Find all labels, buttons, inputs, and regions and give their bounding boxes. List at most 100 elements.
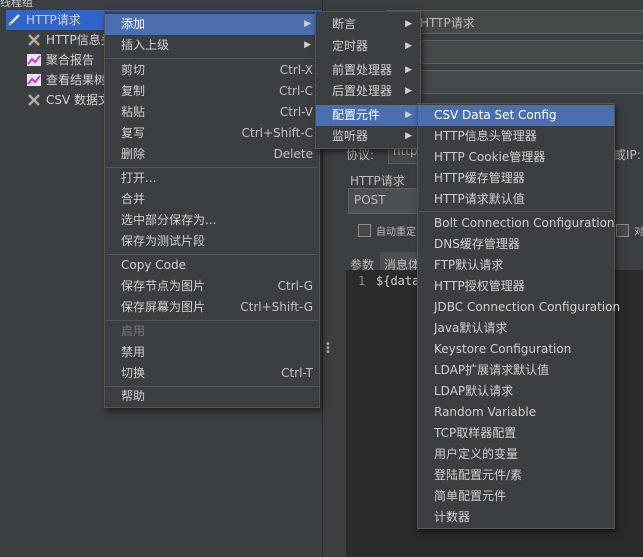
submenu-item-listener[interactable]: 监听器 ▶: [316, 126, 420, 147]
line-number: 1: [358, 274, 366, 288]
submenu-arrow-icon: ▶: [405, 65, 412, 75]
config-item-ldap-defaults[interactable]: LDAP默认请求: [418, 381, 614, 402]
menu-item-label: 前置处理器: [332, 63, 393, 77]
menu-item-label: JDBC Connection Configuration: [434, 300, 621, 314]
menu-item-help[interactable]: 帮助: [105, 386, 319, 407]
config-item-tcp-sampler-config[interactable]: TCP取样器配置: [418, 423, 614, 444]
checkbox-right[interactable]: [616, 224, 629, 237]
menu-item-label: 插入上级: [121, 38, 170, 52]
config-item-dns-cache[interactable]: DNS缓存管理器: [418, 234, 614, 255]
submenu-arrow-icon: ▶: [405, 19, 412, 29]
submenu-arrow-icon: ▶: [304, 40, 311, 50]
submenu-item-config-element[interactable]: 配置元件 ▶: [316, 105, 420, 126]
field-3[interactable]: [386, 70, 643, 94]
shortcut-label: Delete: [273, 147, 313, 161]
menu-item-label: 保存节点为图片: [121, 279, 206, 293]
menu-separator: [106, 58, 318, 59]
config-item-jdbc-connection[interactable]: JDBC Connection Configuration: [418, 297, 620, 318]
tree-top-label: 线程组: [0, 0, 33, 9]
menu-item-label: 合并: [121, 192, 146, 206]
shortcut-label: Ctrl+Shift-G: [240, 300, 313, 314]
menu-item-disable[interactable]: 禁用: [105, 342, 319, 363]
config-item-login-config[interactable]: 登陆配置元件/素: [418, 465, 614, 486]
shortcut-label: Ctrl-V: [279, 105, 313, 119]
context-menu: 添加 ▶ 插入上级 ▶ 剪切 Ctrl-X 复制 Ctrl-C 粘贴 Ctrl-V 复写 C…: [104, 11, 320, 408]
menu-item-insert-parent[interactable]: 插入上级 ▶: [105, 35, 319, 56]
menu-item-delete[interactable]: 删除 Delete: [105, 144, 319, 165]
menu-item-merge[interactable]: 合并: [105, 189, 319, 210]
submenu-arrow-icon: ▶: [405, 131, 412, 141]
menu-item-label: 配置元件: [332, 108, 381, 122]
menu-item-label: 保存屏幕为图片: [121, 300, 206, 314]
menu-item-copy-code[interactable]: Copy Code: [105, 255, 319, 276]
config-item-user-variables[interactable]: 用户定义的变量: [418, 444, 614, 465]
method-value: POST: [354, 193, 386, 207]
menu-item-label: 登陆配置元件/素: [434, 468, 523, 482]
config-item-bolt-connection[interactable]: Bolt Connection Configuration: [418, 213, 615, 234]
shortcut-label: Ctrl-G: [277, 279, 313, 293]
menu-item-open[interactable]: 打开...: [105, 168, 319, 189]
menu-item-label: DNS缓存管理器: [434, 237, 520, 251]
config-item-ldap-extended-defaults[interactable]: LDAP扩展请求默认值: [418, 360, 614, 381]
config-item-request-defaults[interactable]: HTTP请求默认值: [418, 189, 614, 210]
comment-field[interactable]: [386, 40, 643, 64]
menu-item-label: 断言: [332, 17, 357, 31]
menu-item-label: HTTP请求默认值: [434, 192, 525, 206]
submenu-arrow-icon: ▶: [405, 86, 412, 96]
config-element-submenu: CSV Data Set Config HTTP信息头管理器 HTTP Cook…: [417, 103, 620, 529]
submenu-item-preprocessor[interactable]: 前置处理器 ▶: [316, 60, 420, 81]
tree-item-label: 聚合报告: [46, 53, 95, 67]
menu-item-save-screen-image[interactable]: 保存屏幕为图片 Ctrl+Shift-G: [105, 297, 319, 318]
config-item-csv-data-set[interactable]: CSV Data Set Config: [418, 105, 614, 126]
submenu-arrow-icon: ▶: [405, 41, 412, 51]
menu-item-label: Random Variable: [434, 405, 537, 419]
menu-item-duplicate[interactable]: 复写 Ctrl+Shift-C: [105, 123, 319, 144]
config-item-counter[interactable]: 计数器: [418, 507, 614, 528]
tree-item-label: HTTP信息头: [46, 33, 113, 47]
submenu-item-timer[interactable]: 定时器 ▶: [316, 36, 420, 57]
menu-item-paste[interactable]: 粘贴 Ctrl-V: [105, 102, 319, 123]
tree-item-label: 查看结果树: [46, 73, 107, 87]
tree-item-view-results[interactable]: 查看结果树: [26, 70, 106, 90]
config-item-cookie-manager[interactable]: HTTP Cookie管理器: [418, 147, 614, 168]
menu-item-save-fragment[interactable]: 保存为测试片段: [105, 231, 319, 252]
menu-item-label: HTTP Cookie管理器: [434, 150, 546, 164]
menu-item-label: 帮助: [121, 389, 146, 403]
submenu-item-postprocessor[interactable]: 后置处理器 ▶: [316, 81, 420, 102]
menu-item-save-node-image[interactable]: 保存节点为图片 Ctrl-G: [105, 276, 319, 297]
menu-item-copy[interactable]: 复制 Ctrl-C: [105, 81, 319, 102]
auto-redirect-checkbox[interactable]: [358, 224, 371, 237]
menu-item-label: 复写: [121, 126, 146, 140]
checkbox-right-label: 对: [634, 227, 643, 238]
shortcut-label: Ctrl-C: [278, 84, 313, 98]
menu-item-cut[interactable]: 剪切 Ctrl-X: [105, 60, 319, 81]
editor-text: ${data: [376, 274, 420, 288]
config-item-cache-manager[interactable]: HTTP缓存管理器: [418, 168, 614, 189]
config-item-simple-config[interactable]: 简单配置元件: [418, 486, 614, 507]
menu-item-label: TCP取样器配置: [434, 426, 517, 440]
menu-item-label: 计数器: [434, 510, 471, 524]
menu-item-save-selection[interactable]: 选中部分保存为...: [105, 210, 319, 231]
menu-item-label: Copy Code: [121, 258, 186, 272]
menu-item-add[interactable]: 添加 ▶: [105, 14, 319, 35]
menu-item-label: 启用: [121, 324, 146, 338]
tree-item-aggregate-report[interactable]: 聚合报告: [26, 50, 94, 70]
config-item-random-variable[interactable]: Random Variable: [418, 402, 614, 423]
config-item-keystore[interactable]: Keystore Configuration: [418, 339, 614, 360]
submenu-arrow-icon: ▶: [405, 110, 412, 120]
menu-item-label: HTTP授权管理器: [434, 279, 525, 293]
menu-item-label: LDAP默认请求: [434, 384, 514, 398]
config-item-header-manager[interactable]: HTTP信息头管理器: [418, 126, 614, 147]
auto-redirect-label: 自动重定: [376, 227, 416, 238]
submenu-item-assertion[interactable]: 断言 ▶: [316, 14, 420, 35]
menu-item-toggle[interactable]: 切换 Ctrl-T: [105, 363, 319, 384]
menu-item-label: 保存为测试片段: [121, 234, 206, 248]
tree-item-http-header[interactable]: HTTP信息头: [26, 30, 113, 50]
config-item-auth-manager[interactable]: HTTP授权管理器: [418, 276, 614, 297]
config-item-ftp-defaults[interactable]: FTP默认请求: [418, 255, 614, 276]
submenu-arrow-icon: ▶: [304, 19, 311, 29]
config-item-java-defaults[interactable]: Java默认请求: [418, 318, 614, 339]
menu-item-label: 简单配置元件: [434, 489, 507, 503]
tree-item-label: HTTP请求: [26, 13, 81, 27]
panel-title: HTTP请求: [420, 16, 475, 30]
